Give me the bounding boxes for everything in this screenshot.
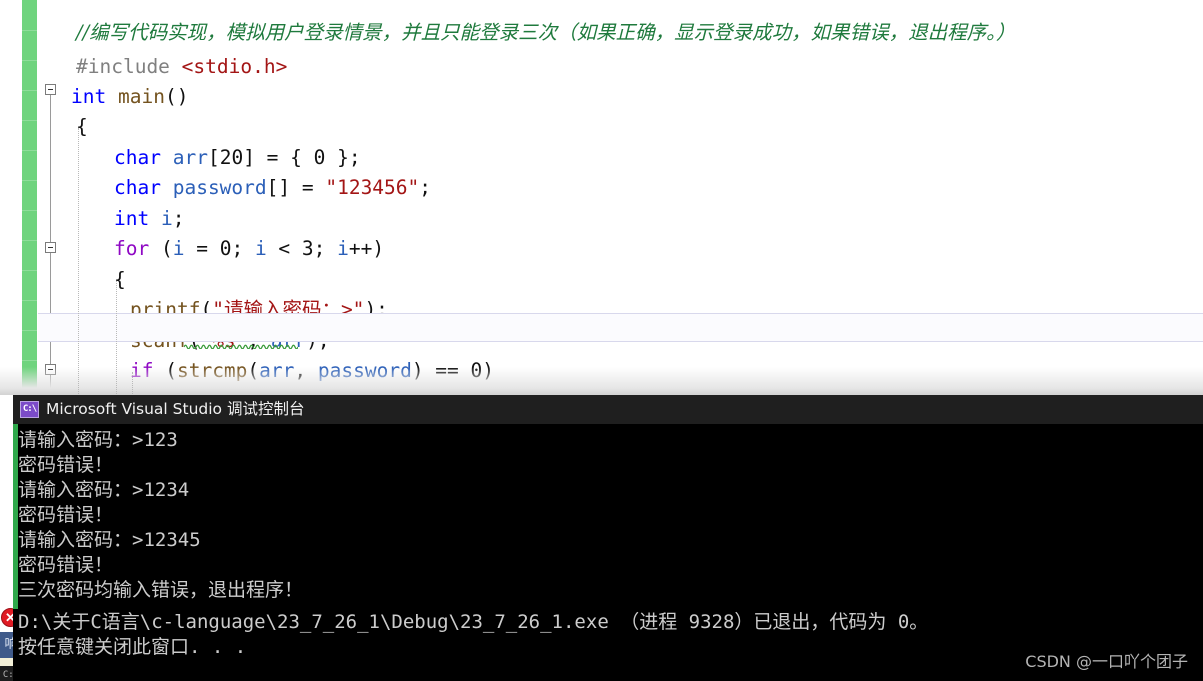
screen: //编写代码实现，模拟用户登录情景，并且只能登录三次（如果正确，显示登录成功，如… (0, 0, 1203, 681)
current-line-highlight (38, 313, 1203, 342)
code-token: arr (172, 146, 208, 169)
code-token: int (71, 85, 107, 108)
console-output-line: 密码错误！ (18, 454, 114, 476)
code-token: //编写代码实现，模拟用户登录情景，并且只能登录三次（如果正确，显示登录成功，如… (76, 21, 1016, 44)
code-line[interactable]: char arr[20] = { 0 }; (114, 143, 361, 173)
code-line[interactable]: for (i = 0; i < 3; i++) (114, 234, 384, 264)
console-output-line: D:\关于C语言\c-language\23_7_26_1\Debug\23_7… (18, 611, 929, 633)
code-token: = (184, 237, 220, 260)
code-token: #include (76, 55, 182, 78)
code-token: < (266, 237, 302, 260)
code-token: 0 (219, 237, 232, 260)
code-token: 3 (301, 237, 314, 260)
code-token: 20 (219, 146, 244, 169)
console-output-line: 密码错误！ (18, 554, 114, 576)
console-title-bar[interactable]: C:\ Microsoft Visual Studio 调试控制台 (13, 395, 1203, 424)
console-output-line: 按任意键关闭此窗口. . . (18, 636, 247, 658)
code-token: for (114, 237, 150, 260)
error-squiggle (184, 343, 298, 349)
code-token: ++) (348, 237, 385, 260)
indent-guide (78, 128, 79, 400)
console-title-text: Microsoft Visual Studio 调试控制台 (46, 400, 305, 418)
code-line[interactable]: int i; (114, 204, 184, 234)
code-token: ; (231, 237, 255, 260)
code-token: char (114, 176, 161, 199)
code-token: }; (325, 146, 361, 169)
code-line[interactable]: char password[] = "123456"; (114, 173, 431, 203)
console-output-line: 密码错误！ (18, 504, 114, 526)
code-token: ; (419, 176, 432, 199)
code-token: i (337, 237, 349, 260)
debug-console-window[interactable]: C:\ Microsoft Visual Studio 调试控制台 请输入密码：… (13, 395, 1203, 681)
code-token: i (160, 207, 173, 230)
console-app-icon: C:\ (20, 401, 39, 418)
code-line[interactable]: //编写代码实现，模拟用户登录情景，并且只能登录三次（如果正确，显示登录成功，如… (76, 18, 1015, 48)
code-token: 0 (313, 146, 326, 169)
console-output-line: 请输入密码：>123 (18, 429, 178, 451)
code-token: int (114, 207, 150, 230)
code-token: main (117, 85, 165, 108)
code-token: i (254, 237, 267, 260)
code-token: "123456" (325, 176, 420, 199)
watermark: CSDN @一口吖个团子 (1025, 652, 1188, 671)
code-line[interactable]: #include <stdio.h> (76, 52, 287, 82)
code-token: <stdio.h> (181, 55, 288, 78)
editor-bottom-shadow (0, 367, 1203, 395)
code-token: ; (313, 237, 338, 260)
indent-guide (116, 281, 117, 400)
code-token: ( (149, 237, 173, 260)
code-token: [] = (266, 176, 326, 199)
code-line[interactable]: int main() (71, 82, 188, 112)
code-token: [ (207, 146, 220, 169)
console-output-line: 三次密码均输入错误，退出程序！ (18, 579, 304, 601)
code-token: ; (172, 207, 185, 230)
code-token: () (164, 85, 189, 108)
console-output-line: 请输入密码：>1234 (18, 479, 190, 501)
code-token: password (172, 176, 267, 199)
console-output[interactable]: 请输入密码：>123 密码错误！ 请输入密码：>1234 密码错误！ 请输入密码：>12… (13, 424, 1203, 681)
console-output-line: 请输入密码：>12345 (18, 529, 201, 551)
code-token: char (114, 146, 161, 169)
code-token: ] = { (243, 146, 314, 169)
code-token: i (172, 237, 185, 260)
